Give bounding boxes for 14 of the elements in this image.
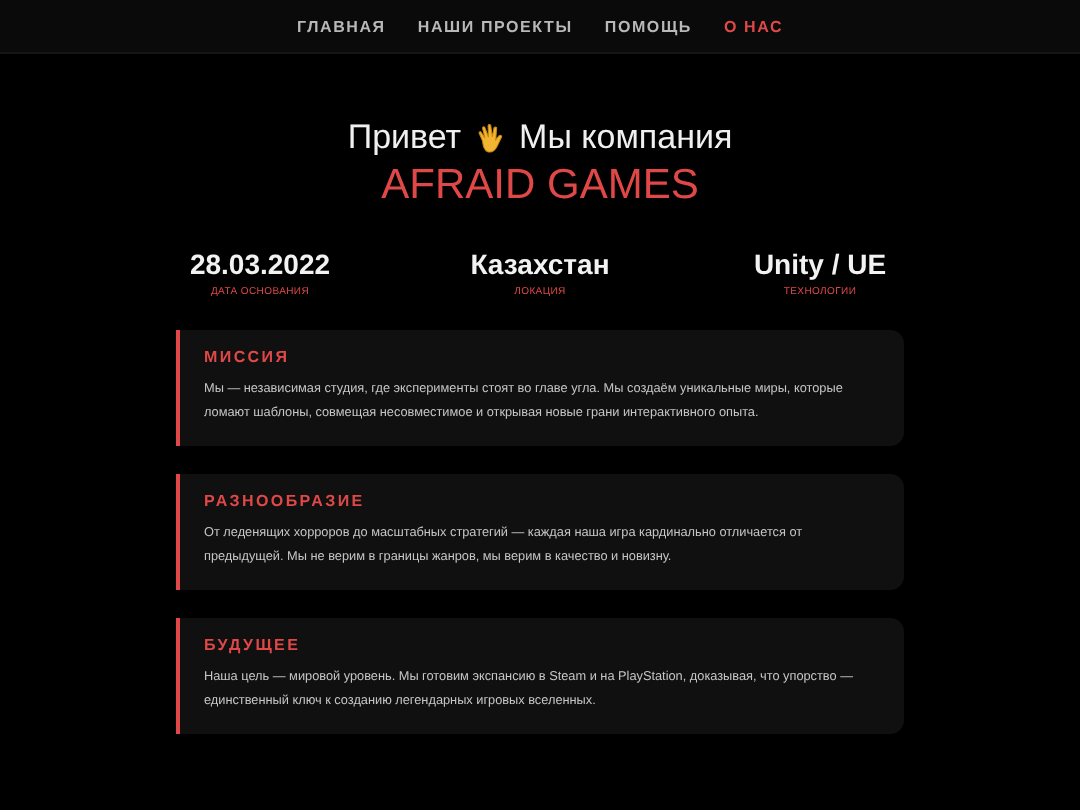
waving-hand-icon xyxy=(473,121,508,155)
stat-value: Unity / UE xyxy=(753,248,887,280)
card-title: МИССИЯ xyxy=(204,348,292,366)
greeting-heading: Привет xyxy=(347,118,462,158)
company-heading: Мы компания xyxy=(519,118,733,158)
stat-value: 28.03.2022 xyxy=(189,248,331,280)
card-title: РАЗНООБРАЗИЕ xyxy=(204,491,367,510)
card-title: БУДУЩЕЕ xyxy=(204,635,303,654)
stat-value: Казахстан xyxy=(470,248,610,280)
brand-title: AFRAID GAMES xyxy=(381,162,699,210)
nav-link[interactable]: НАШИ ПРОЕКТЫ xyxy=(417,17,573,35)
nav-link[interactable]: ПОМОЩЬ xyxy=(604,17,692,35)
nav-link[interactable]: О НАС xyxy=(723,17,784,35)
nav-link[interactable]: ГЛАВНАЯ xyxy=(296,17,386,35)
